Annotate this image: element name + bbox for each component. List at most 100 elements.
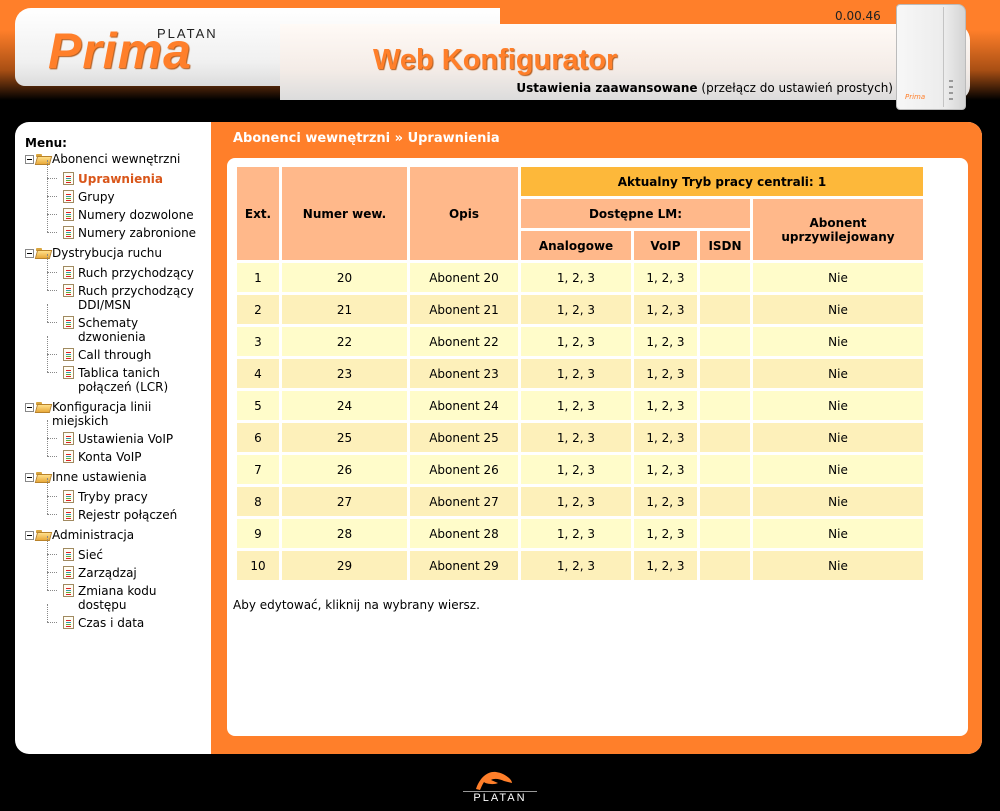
sidebar-group[interactable]: Abonenci wewnętrzni xyxy=(25,152,210,168)
table-row[interactable]: 10 29 Abonent 29 1, 2, 3 1, 2, 3 Nie xyxy=(237,551,923,580)
cell-number: 25 xyxy=(282,423,407,452)
cell-desc: Abonent 22 xyxy=(410,327,518,356)
tree-line xyxy=(47,196,48,214)
sidebar-item[interactable]: Tryby pracy xyxy=(25,478,210,504)
sidebar-group[interactable]: Inne ustawienia xyxy=(25,470,210,486)
cell-desc: Abonent 27 xyxy=(410,487,518,516)
permissions-table: Ext. Numer wew. Opis Aktualny Tryb pracy… xyxy=(234,164,926,583)
sidebar-group-label: Inne ustawienia xyxy=(52,470,147,484)
cell-ext: 10 xyxy=(237,551,279,580)
platan-swoosh-icon xyxy=(476,771,512,790)
menu-title: Menu: xyxy=(25,136,67,150)
sidebar-item[interactable]: Schematy dzwonienia xyxy=(25,304,210,344)
cell-isdn xyxy=(700,519,750,548)
col-privileged[interactable]: Abonent uprzywilejowany xyxy=(753,199,923,260)
sidebar-item[interactable]: Czas i data xyxy=(25,604,210,630)
table-row[interactable]: 8 27 Abonent 27 1, 2, 3 1, 2, 3 Nie xyxy=(237,487,923,516)
collapse-icon[interactable] xyxy=(25,403,34,412)
sidebar-item-label: Ruch przychodzący xyxy=(78,266,194,280)
page-icon xyxy=(63,508,74,521)
tree-line xyxy=(47,322,57,323)
table-row[interactable]: 7 26 Abonent 26 1, 2, 3 1, 2, 3 Nie xyxy=(237,455,923,484)
table-row[interactable]: 6 25 Abonent 25 1, 2, 3 1, 2, 3 Nie xyxy=(237,423,923,452)
sidebar-item-label: Sieć xyxy=(78,548,103,562)
tree-line xyxy=(47,572,57,573)
table-row[interactable]: 9 28 Abonent 28 1, 2, 3 1, 2, 3 Nie xyxy=(237,519,923,548)
table-row[interactable]: 4 23 Abonent 23 1, 2, 3 1, 2, 3 Nie xyxy=(237,359,923,388)
tree-line xyxy=(47,304,48,322)
tree-line xyxy=(47,622,57,623)
work-mode-header: Aktualny Tryb pracy centrali: 1 xyxy=(521,167,923,196)
sidebar-item[interactable]: Numery dozwolone xyxy=(25,196,210,222)
sidebar-item[interactable]: Ruch przychodzący xyxy=(25,254,210,280)
collapse-icon[interactable] xyxy=(25,249,34,258)
cell-isdn xyxy=(700,423,750,452)
sidebar-item[interactable]: Call through xyxy=(25,336,210,362)
cell-analog: 1, 2, 3 xyxy=(521,519,631,548)
tree-line xyxy=(47,272,48,290)
device-leds xyxy=(949,80,953,104)
page-icon xyxy=(63,190,74,203)
collapse-icon[interactable] xyxy=(25,531,34,540)
tree-line xyxy=(47,478,48,496)
cell-ext: 7 xyxy=(237,455,279,484)
page-icon xyxy=(63,616,74,629)
cell-ext: 1 xyxy=(237,263,279,292)
cell-analog: 1, 2, 3 xyxy=(521,551,631,580)
table-row[interactable]: 5 24 Abonent 24 1, 2, 3 1, 2, 3 Nie xyxy=(237,391,923,420)
col-number[interactable]: Numer wew. xyxy=(282,167,407,260)
cell-desc: Abonent 29 xyxy=(410,551,518,580)
sidebar-group[interactable]: Dystrybucja ruchu xyxy=(25,246,210,262)
sidebar-group-label: Abonenci wewnętrzni xyxy=(52,152,181,166)
folder-open-icon xyxy=(36,154,51,165)
table-row[interactable]: 1 20 Abonent 20 1, 2, 3 1, 2, 3 Nie xyxy=(237,263,923,292)
sidebar-item[interactable]: Numery zabronione xyxy=(25,214,210,240)
cell-number: 27 xyxy=(282,487,407,516)
sidebar-item[interactable]: Zarządzaj xyxy=(25,554,210,580)
tree-line xyxy=(47,496,48,514)
collapse-icon[interactable] xyxy=(25,155,34,164)
collapse-icon[interactable] xyxy=(25,473,34,482)
col-desc[interactable]: Opis xyxy=(410,167,518,260)
sidebar-item-label: Zarządzaj xyxy=(78,566,137,580)
sidebar-item[interactable]: Ruch przychodzący DDI/MSN xyxy=(25,272,210,312)
sidebar-item[interactable]: Sieć xyxy=(25,536,210,562)
col-isdn[interactable]: ISDN xyxy=(700,231,750,260)
col-analog[interactable]: Analogowe xyxy=(521,231,631,260)
folder-open-icon xyxy=(36,248,51,259)
sidebar-item-label: Numery zabronione xyxy=(78,226,197,240)
cell-privileged: Nie xyxy=(753,359,923,388)
cell-analog: 1, 2, 3 xyxy=(521,295,631,324)
cell-analog: 1, 2, 3 xyxy=(521,391,631,420)
sidebar-item[interactable]: Rejestr połączeń xyxy=(25,496,210,522)
cell-isdn xyxy=(700,359,750,388)
page-icon xyxy=(63,266,74,279)
col-ext[interactable]: Ext. xyxy=(237,167,279,260)
sidebar-item-label: Grupy xyxy=(78,190,115,204)
cell-desc: Abonent 23 xyxy=(410,359,518,388)
sidebar-item[interactable]: Uprawnienia xyxy=(25,160,210,186)
tree-line xyxy=(47,438,57,439)
sidebar-item[interactable]: Konta VoIP xyxy=(25,438,210,464)
sidebar-group[interactable]: Administracja xyxy=(25,528,210,544)
sidebar-group-label: Konfiguracja linii miejskich xyxy=(52,400,152,428)
cell-isdn xyxy=(700,487,750,516)
page-icon xyxy=(63,432,74,445)
cell-privileged: Nie xyxy=(753,391,923,420)
cell-desc: Abonent 28 xyxy=(410,519,518,548)
tree-line xyxy=(47,554,57,555)
sidebar-item[interactable]: Ustawienia VoIP xyxy=(25,420,210,446)
cell-voip: 1, 2, 3 xyxy=(634,391,697,420)
sidebar-group[interactable]: Konfiguracja linii miejskich xyxy=(25,400,210,428)
col-voip[interactable]: VoIP xyxy=(634,231,697,260)
cell-privileged: Nie xyxy=(753,519,923,548)
sidebar-item[interactable]: Zmiana kodu dostępu xyxy=(25,572,210,612)
table-row[interactable]: 2 21 Abonent 21 1, 2, 3 1, 2, 3 Nie xyxy=(237,295,923,324)
tree-line xyxy=(47,160,48,178)
table-row[interactable]: 3 22 Abonent 22 1, 2, 3 1, 2, 3 Nie xyxy=(237,327,923,356)
sidebar-item[interactable]: Grupy xyxy=(25,178,210,204)
switch-to-simple-link[interactable]: (przełącz do ustawień prostych) xyxy=(701,81,893,95)
page-icon xyxy=(63,348,74,361)
sidebar-item[interactable]: Tablica tanich połączeń (LCR) xyxy=(25,354,210,394)
cell-analog: 1, 2, 3 xyxy=(521,423,631,452)
